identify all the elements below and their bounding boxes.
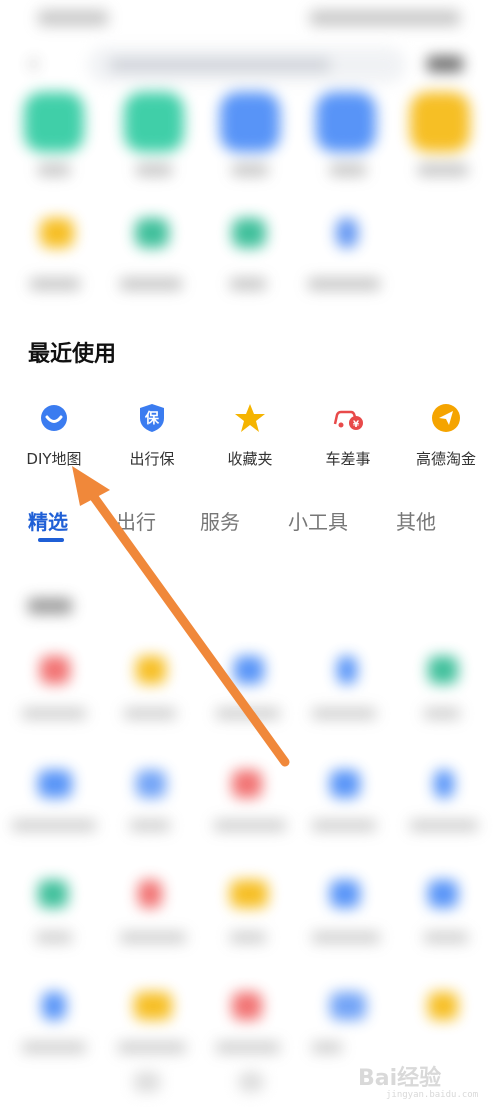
- recent-item-label: 收藏夹: [227, 450, 273, 468]
- tool-label: [30, 278, 80, 290]
- grid-icon[interactable]: [330, 880, 360, 908]
- nav-back-icon[interactable]: [134, 1072, 160, 1092]
- grid-label: [312, 932, 380, 943]
- grid-label: [230, 932, 266, 943]
- grid-icon[interactable]: [232, 992, 262, 1020]
- grid-label: [312, 820, 376, 831]
- recent-item-car-errand[interactable]: ¥ 车差事: [298, 396, 398, 476]
- watermark-text: Bai经验: [358, 1066, 442, 1091]
- tab-other[interactable]: 其他: [396, 506, 436, 535]
- recent-item-diy-map[interactable]: DIY地图: [4, 396, 104, 476]
- tool-label: [38, 164, 70, 176]
- search-input[interactable]: [88, 47, 406, 83]
- recent-item-label: 高德淘金: [415, 450, 476, 468]
- grid-icon[interactable]: [42, 992, 66, 1020]
- tool-icon[interactable]: [40, 218, 74, 248]
- grid-label: [424, 708, 460, 719]
- back-icon[interactable]: ‹: [28, 48, 46, 78]
- category-tabs: 精选 出行 服务 小工具 其他: [0, 500, 500, 550]
- active-tab-indicator: [38, 538, 64, 542]
- grid-label: [22, 1042, 86, 1053]
- grid-label: [118, 1042, 186, 1053]
- search-action-button[interactable]: [427, 56, 463, 72]
- tool-icon[interactable]: [336, 218, 358, 248]
- tool-label: [232, 164, 268, 176]
- grid-icon[interactable]: [428, 880, 458, 908]
- grid-icon[interactable]: [136, 770, 166, 798]
- recent-title: 最近使用: [28, 342, 117, 367]
- grid-label: [312, 708, 376, 719]
- watermark: Bai经验 jingyan.baidu.com: [350, 1040, 500, 1111]
- tab-service[interactable]: 服务: [200, 506, 240, 535]
- grid-label: [216, 708, 280, 719]
- tool-tile[interactable]: [124, 92, 184, 152]
- grid-icon[interactable]: [134, 992, 172, 1020]
- grid-label: [36, 932, 72, 943]
- grid-label: [214, 820, 286, 831]
- grid-label: [12, 820, 96, 831]
- grid-icon[interactable]: [136, 656, 166, 684]
- grid-icon[interactable]: [428, 992, 458, 1020]
- status-right: [310, 10, 460, 26]
- grid-label: [22, 708, 86, 719]
- grid-icon[interactable]: [330, 770, 360, 798]
- grid-section-title: [28, 598, 72, 614]
- grid-icon[interactable]: [138, 880, 162, 908]
- grid-icon[interactable]: [428, 656, 458, 684]
- recent-item-amap-gold[interactable]: 高德淘金: [396, 396, 496, 476]
- grid-icon[interactable]: [38, 880, 68, 908]
- status-left: [38, 10, 108, 26]
- tool-label: [136, 164, 172, 176]
- grid-icon[interactable]: [337, 656, 357, 684]
- grid-icon[interactable]: [230, 880, 268, 908]
- tool-label: [418, 164, 468, 176]
- search-placeholder: [110, 58, 330, 72]
- tool-tile[interactable]: [316, 92, 376, 152]
- car-yen-icon: ¥: [333, 410, 363, 430]
- tool-tile[interactable]: [410, 92, 470, 152]
- tool-label: [230, 278, 266, 290]
- grid-label: [124, 708, 176, 719]
- tab-travel[interactable]: 出行: [116, 506, 156, 535]
- recent-item-label: 出行保: [129, 450, 175, 468]
- grid-icon[interactable]: [40, 656, 70, 684]
- grid-label: [130, 820, 170, 831]
- grid-icon[interactable]: [234, 656, 264, 684]
- tool-label: [120, 278, 182, 290]
- tab-featured[interactable]: 精选: [28, 506, 68, 535]
- smile-map-icon: [41, 405, 67, 431]
- tool-label: [330, 164, 366, 176]
- grid-label: [120, 932, 186, 943]
- grid-icon[interactable]: [330, 992, 366, 1020]
- grid-label: [424, 932, 468, 943]
- grid-icon[interactable]: [232, 770, 262, 798]
- paper-plane-icon: [432, 404, 460, 432]
- tool-tile[interactable]: [24, 92, 84, 152]
- status-bar: [0, 0, 500, 40]
- tool-icon[interactable]: [232, 218, 266, 248]
- tab-tools[interactable]: 小工具: [288, 506, 348, 535]
- tool-tile[interactable]: [220, 92, 280, 152]
- grid-icon[interactable]: [38, 770, 72, 798]
- grid-icon[interactable]: [434, 770, 454, 798]
- recent-item-favorites[interactable]: 收藏夹: [200, 396, 300, 476]
- svg-text:保: 保: [144, 410, 160, 427]
- recent-item-label: DIY地图: [26, 450, 82, 468]
- svg-text:¥: ¥: [353, 420, 360, 430]
- watermark-sub: jingyan.baidu.com: [386, 1090, 479, 1100]
- tool-icon[interactable]: [135, 218, 169, 248]
- nav-home-icon[interactable]: [238, 1072, 264, 1092]
- recent-item-label: 车差事: [325, 450, 371, 468]
- grid-label: [216, 1042, 280, 1053]
- tool-label: [308, 278, 380, 290]
- grid-label: [410, 820, 478, 831]
- star-icon: [235, 404, 265, 432]
- screen: ‹ 最近使用 DIY地图 保 出行保 收藏夹 ¥ 车差事 高德淘金 精选 出行 …: [0, 0, 500, 1111]
- shield-bao-icon: 保: [140, 404, 164, 432]
- grid-label: [312, 1042, 342, 1053]
- recent-item-travel-insurance[interactable]: 保 出行保: [102, 396, 202, 476]
